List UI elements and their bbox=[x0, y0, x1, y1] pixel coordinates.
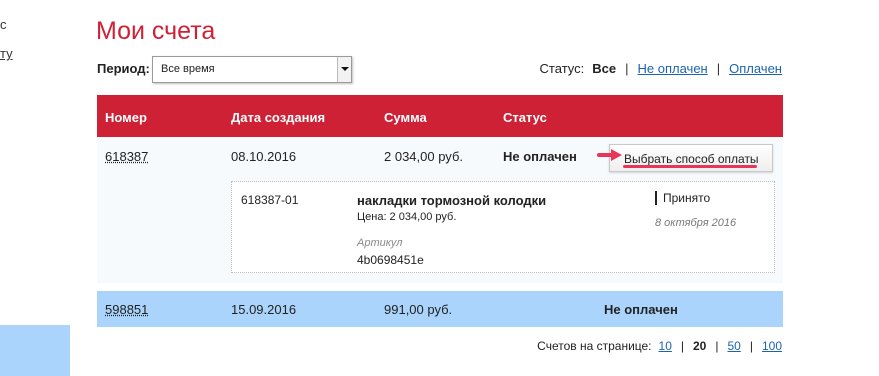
per-page-option-100[interactable]: 100 bbox=[762, 339, 782, 353]
status-filter-divider: | bbox=[716, 61, 721, 76]
column-header-sum: Сумма bbox=[384, 110, 427, 125]
page-title: Мои счета bbox=[96, 17, 216, 45]
status-filter-divider: | bbox=[625, 61, 629, 76]
invoice-row: 598851 15.09.2016 991,00 руб. Не оплачен bbox=[97, 291, 783, 327]
period-select[interactable]: Все время bbox=[152, 56, 352, 83]
invoice-created-date: 15.09.2016 bbox=[231, 302, 297, 317]
article-value: 4b0698451e bbox=[357, 253, 424, 267]
invoice-sum: 2 034,00 руб. bbox=[384, 149, 464, 164]
invoice-status: Не оплачен bbox=[604, 302, 678, 317]
per-page-divider: | bbox=[749, 339, 753, 353]
highlight-underline bbox=[623, 165, 757, 168]
per-page-option-50[interactable]: 50 bbox=[727, 339, 740, 353]
column-header-number: Номер bbox=[105, 110, 147, 125]
status-filter-unpaid-link[interactable]: Не оплачен bbox=[638, 61, 708, 76]
arrow-right-icon bbox=[597, 149, 622, 161]
invoice-row: 618387 08.10.2016 2 034,00 руб. Не оплач… bbox=[97, 137, 783, 283]
item-id: 618387-01 bbox=[241, 193, 299, 207]
per-page-label: Счетов на странице: bbox=[537, 339, 652, 353]
invoice-sum: 991,00 руб. bbox=[384, 302, 453, 317]
per-page-option-10[interactable]: 10 bbox=[659, 339, 672, 353]
item-state: Принято bbox=[655, 191, 710, 205]
choose-payment-method-label: Выбрать способ оплаты bbox=[624, 152, 759, 166]
invoice-item-detail: 618387-01 накладки тормозной колодки Цен… bbox=[231, 181, 775, 273]
invoice-created-date: 08.10.2016 bbox=[231, 149, 297, 164]
left-panel-fragment: c bbox=[0, 17, 7, 32]
left-panel-link-fragment[interactable]: ту bbox=[0, 46, 13, 61]
period-select-value: Все время bbox=[161, 63, 215, 75]
item-state-date: 8 октября 2016 bbox=[655, 217, 737, 229]
status-filter-paid-link[interactable]: Оплачен bbox=[729, 61, 782, 76]
invoice-status: Не оплачен bbox=[503, 149, 577, 164]
status-filter-label: Статус: bbox=[539, 61, 585, 76]
per-page-selector: Счетов на странице: 10 | 20 | 50 | 100 bbox=[537, 339, 782, 353]
article-label: Артикул bbox=[357, 237, 403, 249]
status-filter: Статус: Все | Не оплачен | Оплачен bbox=[540, 61, 782, 76]
invoice-number-link[interactable]: 598851 bbox=[105, 302, 148, 317]
status-filter-all: Все bbox=[592, 61, 617, 76]
per-page-divider: | bbox=[680, 339, 684, 353]
per-page-divider: | bbox=[715, 339, 719, 353]
left-panel-highlight-block bbox=[0, 325, 70, 376]
period-label: Период: bbox=[97, 61, 150, 76]
period-select-toggle[interactable] bbox=[337, 57, 351, 82]
chevron-down-icon bbox=[341, 67, 349, 71]
invoice-number-link[interactable]: 618387 bbox=[105, 149, 148, 164]
column-header-created: Дата создания bbox=[231, 110, 326, 125]
per-page-option-20-current: 20 bbox=[693, 339, 707, 353]
invoices-table-header: Номер Дата создания Сумма Статус bbox=[97, 95, 783, 137]
item-price: Цена: 2 034,00 руб. bbox=[357, 211, 457, 223]
column-header-status: Статус bbox=[503, 110, 547, 125]
item-name: накладки тормозной колодки bbox=[357, 193, 547, 208]
